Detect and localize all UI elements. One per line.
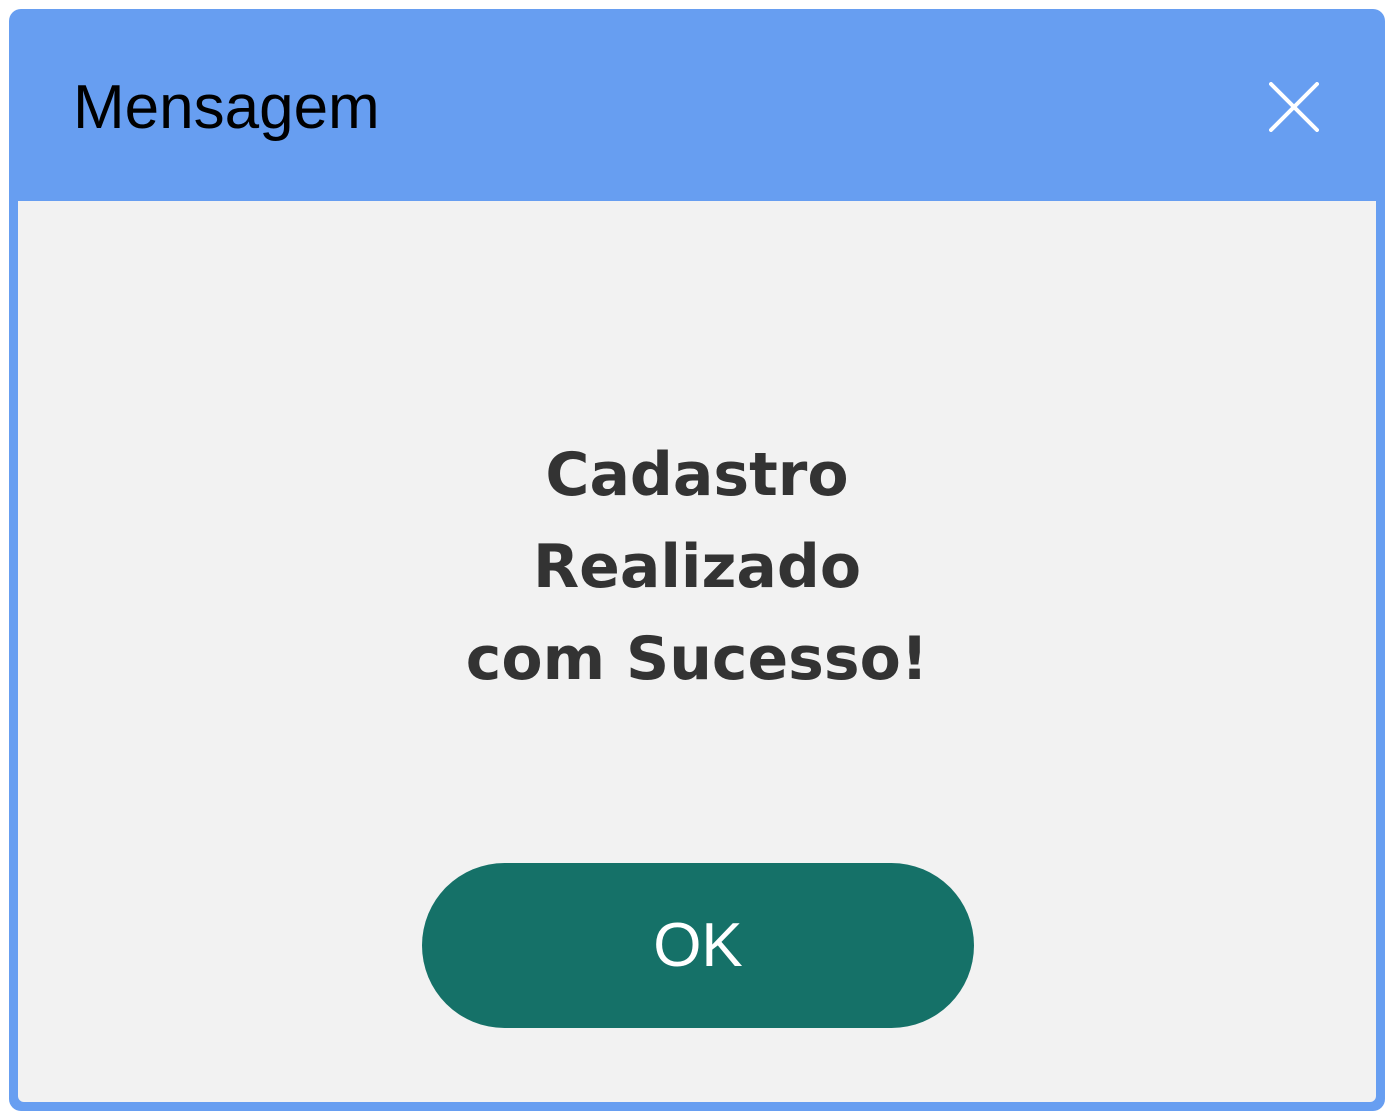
success-message: Cadastro Realizado com Sucesso!	[397, 429, 997, 705]
ok-button[interactable]: OK	[422, 863, 974, 1028]
dialog-titlebar: Mensagem	[18, 9, 1376, 201]
dialog-title: Mensagem	[73, 73, 380, 142]
message-line-1: Cadastro	[545, 440, 849, 510]
close-button[interactable]	[1260, 73, 1328, 141]
message-line-2: Realizado	[532, 532, 862, 602]
message-line-3: com Sucesso!	[465, 624, 929, 694]
close-icon	[1269, 82, 1319, 132]
dialog-body: Cadastro Realizado com Sucesso! OK	[18, 201, 1376, 1102]
message-dialog: Mensagem Cadastro Realizado com Sucesso!…	[9, 9, 1385, 1111]
